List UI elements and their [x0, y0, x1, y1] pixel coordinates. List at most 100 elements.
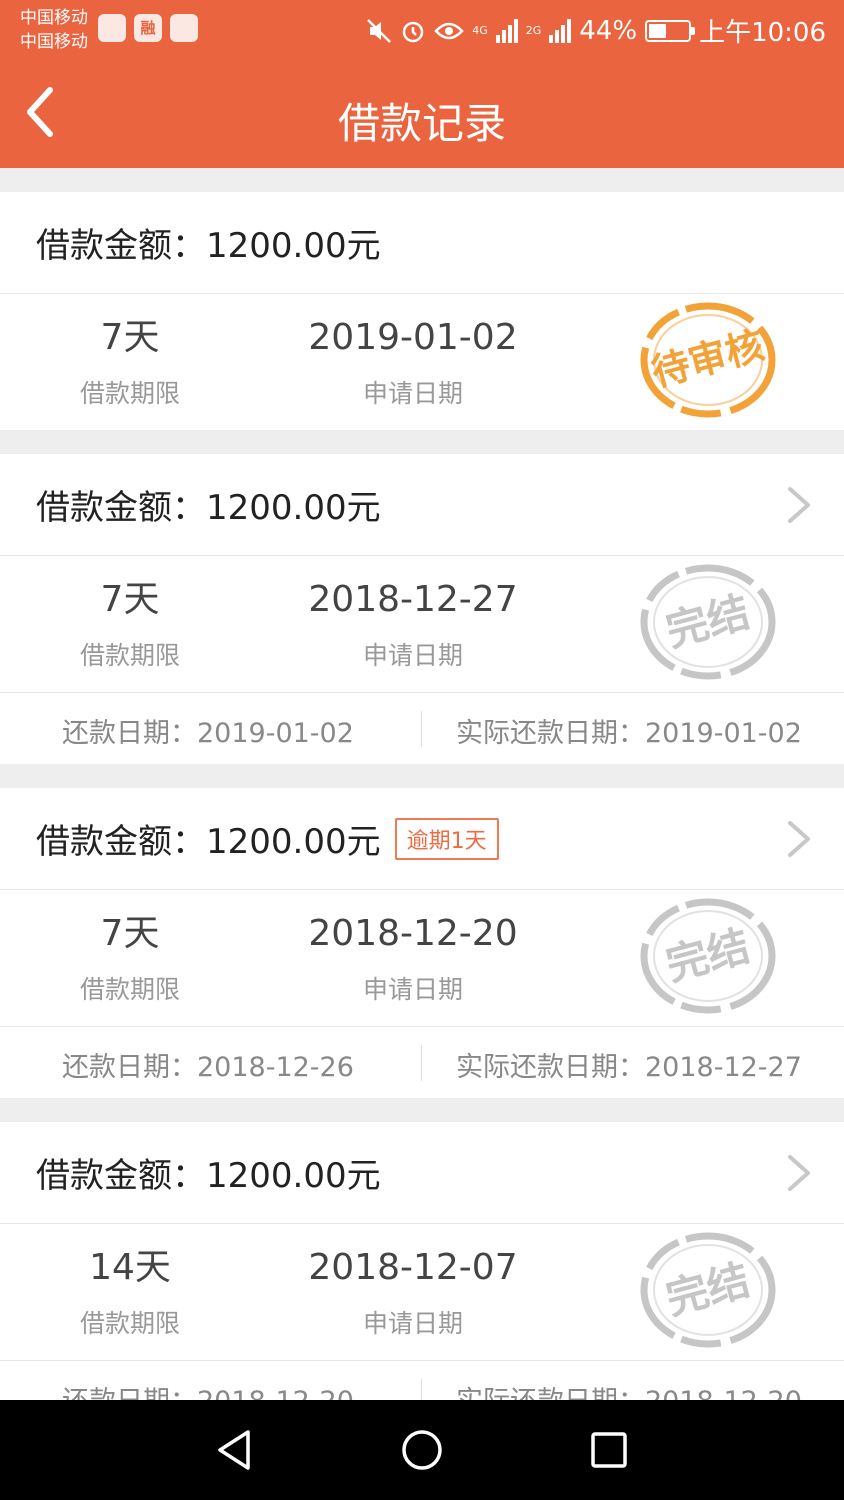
- apply-date-label: 申请日期: [362, 641, 463, 670]
- repay-date: 还款日期：2018-12-26: [62, 1045, 354, 1084]
- info-row: 7天 借款期限 2019-01-02 申请日期 待审核: [0, 294, 844, 430]
- battery-percent: 44%: [579, 15, 638, 46]
- chevron-right-icon[interactable]: [784, 485, 814, 525]
- term-label: 借款期限: [79, 641, 180, 670]
- repay-row: 还款日期：2018-12-26 实际还款日期：2018-12-27: [0, 1026, 844, 1098]
- apply-date-col: 2018-12-07 申请日期: [282, 1246, 544, 1340]
- term-value: 14天: [89, 1247, 171, 1288]
- status-stamp-done: 完结: [640, 898, 776, 1014]
- term-col: 7天 借款期限: [50, 912, 210, 1006]
- status-stamp-text: 完结: [661, 587, 755, 656]
- alarm-icon: [402, 21, 424, 42]
- chevron-right-icon[interactable]: [784, 819, 814, 859]
- amount-label: 借款金额：: [36, 1156, 206, 1196]
- apply-date-value: 2019-01-02: [308, 317, 518, 358]
- repay-divider: [421, 1045, 422, 1081]
- term-label: 借款期限: [79, 975, 180, 1004]
- apply-date-value: 2018-12-07: [308, 1247, 518, 1288]
- amount-value: 1200.00元: [206, 1156, 381, 1196]
- repay-date-value: 2018-12-26: [197, 1052, 354, 1083]
- repay-date-value: 2018-12-20: [197, 1386, 354, 1400]
- amount-label: 借款金额：: [36, 822, 206, 862]
- apply-date-col: 2018-12-20 申请日期: [282, 912, 544, 1006]
- system-nav-bar: [0, 1400, 844, 1500]
- amount-row: 借款金额： 1200.00元: [0, 454, 844, 556]
- term-label: 借款期限: [79, 1309, 180, 1338]
- term-label: 借款期限: [79, 379, 180, 408]
- amount-label: 借款金额：: [36, 488, 206, 528]
- carrier-1: 中国移动: [20, 8, 88, 28]
- repay-date-label: 还款日期：: [62, 718, 197, 749]
- repay-date-label: 还款日期：: [62, 1052, 197, 1083]
- actual-repay-date: 实际还款日期：2019-01-02: [456, 711, 802, 750]
- loan-record-list[interactable]: 借款金额： 1200.00元 7天 借款期限 2019-01-02 申请日期 待…: [0, 168, 844, 1400]
- notification-icons: 融: [98, 14, 198, 42]
- recents-square-icon[interactable]: [583, 1424, 635, 1476]
- repay-row: 还款日期：2018-12-20 实际还款日期：2018-12-20: [0, 1360, 844, 1400]
- apply-date-label: 申请日期: [362, 379, 463, 408]
- apply-date-label: 申请日期: [362, 975, 463, 1004]
- repay-divider: [421, 711, 422, 747]
- amount-row: 借款金额： 1200.00元: [0, 1122, 844, 1224]
- amount-value: 1200.00元: [206, 488, 381, 528]
- clock: 上午10:06: [699, 18, 826, 48]
- info-row: 7天 借款期限 2018-12-27 申请日期 完结: [0, 556, 844, 692]
- apply-date-value: 2018-12-27: [308, 579, 518, 620]
- term-col: 7天 借款期限: [50, 316, 210, 410]
- info-row: 7天 借款期限 2018-12-20 申请日期 完结: [0, 890, 844, 1026]
- info-row: 14天 借款期限 2018-12-07 申请日期 完结: [0, 1224, 844, 1360]
- carrier-info: 中国移动 中国移动: [20, 6, 88, 54]
- loan-record-card[interactable]: 借款金额： 1200.00元 14天 借款期限 2018-12-07 申请日期 …: [0, 1122, 844, 1400]
- actual-repay-date-value: 2018-12-20: [645, 1386, 802, 1400]
- network-type-2: 2G: [525, 24, 542, 37]
- mute-icon: [367, 18, 392, 43]
- apply-date-label: 申请日期: [362, 1309, 463, 1338]
- repay-date: 还款日期：2019-01-02: [62, 711, 354, 750]
- overdue-badge: 逾期1天: [394, 817, 499, 860]
- loan-record-card[interactable]: 借款金额： 1200.00元 7天 借款期限 2018-12-27 申请日期 完…: [0, 454, 844, 764]
- term-value: 7天: [100, 579, 160, 620]
- actual-repay-date-label: 实际还款日期：: [456, 718, 645, 749]
- repay-date-label: 还款日期：: [62, 1386, 197, 1400]
- actual-repay-date: 实际还款日期：2018-12-20: [456, 1379, 802, 1400]
- amount-value: 1200.00元: [206, 822, 381, 862]
- amount-row: 借款金额： 1200.00元 逾期1天: [0, 788, 844, 890]
- actual-repay-date-label: 实际还款日期：: [456, 1386, 645, 1400]
- back-triangle-icon[interactable]: [208, 1424, 260, 1476]
- amount-row: 借款金额： 1200.00元: [0, 192, 844, 294]
- status-stamp-done: 完结: [640, 1232, 776, 1348]
- actual-repay-date-value: 2018-12-27: [645, 1052, 802, 1083]
- apply-date-col: 2018-12-27 申请日期: [282, 578, 544, 672]
- loan-record-card[interactable]: 借款金额： 1200.00元 逾期1天 7天 借款期限 2018-12-20 申…: [0, 788, 844, 1098]
- network-type-1: 4G: [472, 24, 488, 37]
- amount-label: 借款金额：: [36, 226, 206, 266]
- amount-value: 1200.00元: [206, 226, 381, 266]
- term-value: 7天: [100, 913, 160, 954]
- status-bar: 中国移动 中国移动 融 4G 2G 44% 上午10:06: [0, 0, 844, 60]
- app-header: 借款记录: [0, 60, 844, 168]
- home-circle-icon[interactable]: [396, 1424, 448, 1476]
- eye-icon: [434, 22, 464, 39]
- status-stamp-text: 完结: [661, 1255, 755, 1324]
- loan-record-card[interactable]: 借款金额： 1200.00元 7天 借款期限 2019-01-02 申请日期 待…: [0, 192, 844, 430]
- page-title: 借款记录: [337, 99, 506, 148]
- signal-icon-2: [549, 18, 572, 43]
- apply-date-value: 2018-12-20: [308, 913, 518, 954]
- apply-date-col: 2019-01-02 申请日期: [282, 316, 544, 410]
- term-col: 7天 借款期限: [50, 578, 210, 672]
- app-mascot-icon: [170, 14, 198, 42]
- rong-app-icon: 融: [134, 14, 162, 42]
- carrier-2: 中国移动: [20, 32, 88, 52]
- repay-divider: [421, 1379, 422, 1400]
- actual-repay-date: 实际还款日期：2018-12-27: [456, 1045, 802, 1084]
- status-stamp-done: 完结: [640, 564, 776, 680]
- actual-repay-date-value: 2019-01-02: [645, 718, 802, 749]
- term-value: 7天: [100, 317, 160, 358]
- signal-icon-1: [495, 18, 518, 43]
- status-stamp-text: 完结: [661, 921, 755, 990]
- status-stamp-pending: 待审核: [640, 302, 776, 418]
- status-right: 4G 2G 44% 上午10:06: [366, 12, 826, 49]
- actual-repay-date-label: 实际还款日期：: [456, 1052, 645, 1083]
- chat-bubble-icon: [98, 14, 126, 42]
- chevron-right-icon[interactable]: [784, 1153, 814, 1193]
